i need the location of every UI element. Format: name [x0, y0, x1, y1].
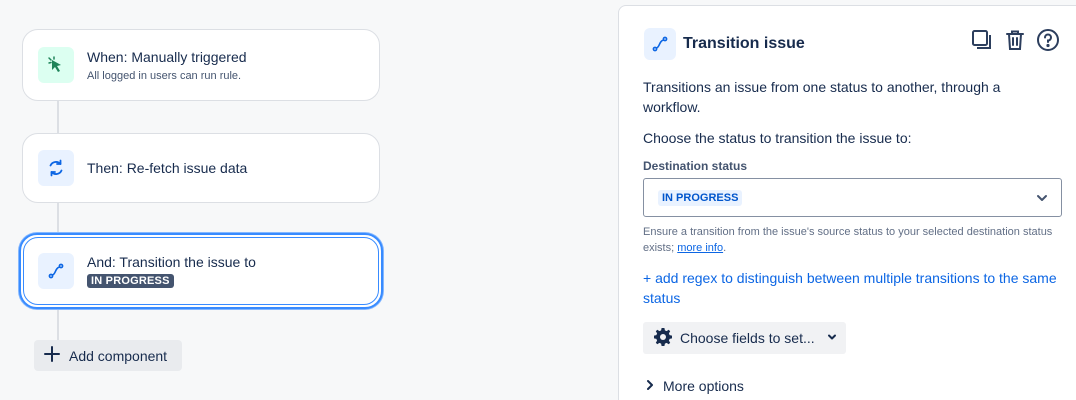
- choose-fields-button[interactable]: Choose fields to set...: [643, 322, 846, 354]
- add-regex-link[interactable]: + add regex to distinguish between multi…: [643, 268, 1068, 308]
- cursor-click-icon: [38, 47, 74, 83]
- chevron-down-icon: [1035, 191, 1049, 210]
- panel-description: Transitions an issue from one status to …: [643, 79, 1001, 115]
- config-panel: Transition issue Transitions an issue fr…: [618, 5, 1076, 400]
- action-card-transition[interactable]: And: Transition the issue to IN PROGRESS: [19, 233, 383, 309]
- transition-icon: [644, 28, 676, 60]
- transition-icon: [38, 253, 74, 289]
- help-text-end: .: [723, 242, 727, 254]
- gear-icon: [653, 327, 673, 350]
- panel-actions: [969, 28, 1061, 54]
- action-card-refetch[interactable]: Then: Re-fetch issue data: [22, 133, 380, 203]
- more-options-label: More options: [663, 378, 744, 394]
- trigger-title: When: Manually triggered: [87, 48, 247, 65]
- transition-title: And: Transition the issue to: [87, 253, 256, 270]
- refetch-title: Then: Re-fetch issue data: [87, 160, 248, 176]
- trash-icon: [1004, 29, 1026, 54]
- trigger-card[interactable]: When: Manually triggered All logged in u…: [22, 29, 380, 101]
- choose-fields-label: Choose fields to set...: [680, 330, 815, 346]
- refresh-icon: [38, 150, 74, 186]
- help-icon: [1036, 28, 1060, 55]
- choose-status-text: Choose the status to transition the issu…: [643, 130, 912, 146]
- more-options-toggle[interactable]: More options: [645, 378, 744, 394]
- plus-icon: [43, 345, 61, 366]
- delete-button[interactable]: [1002, 28, 1028, 54]
- chevron-right-icon: [645, 378, 655, 394]
- more-info-link[interactable]: more info: [677, 242, 723, 254]
- destination-status-select[interactable]: IN PROGRESS: [643, 178, 1062, 217]
- selected-status-lozenge: IN PROGRESS: [658, 189, 743, 206]
- trigger-subtitle: All logged in users can run rule.: [87, 69, 242, 82]
- add-component-button[interactable]: Add component: [34, 340, 182, 371]
- status-lozenge: IN PROGRESS: [87, 273, 174, 288]
- destination-status-label: Destination status: [643, 159, 748, 173]
- duplicate-icon: [971, 29, 993, 54]
- chevron-down-icon: [826, 330, 838, 346]
- destination-help-text: Ensure a transition from the issue's sou…: [643, 224, 1063, 256]
- help-button[interactable]: [1035, 28, 1061, 54]
- panel-title: Transition issue: [683, 35, 805, 52]
- add-component-label: Add component: [69, 347, 168, 364]
- duplicate-button[interactable]: [969, 28, 995, 54]
